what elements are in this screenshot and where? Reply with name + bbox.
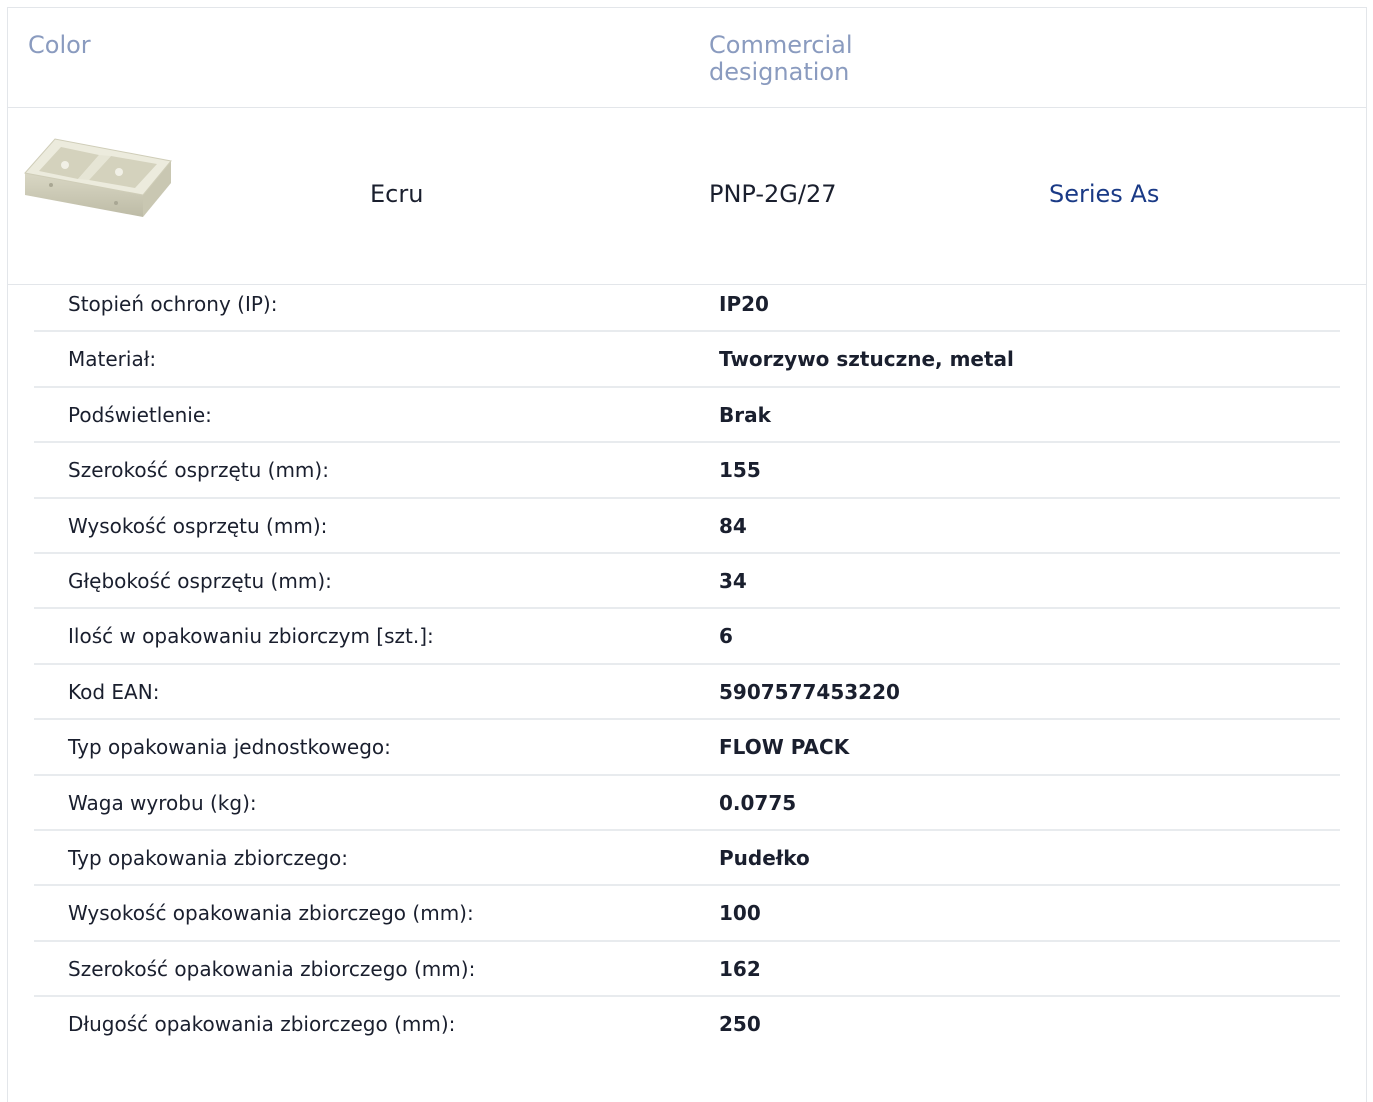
spec-value: Tworzywo sztuczne, metal — [719, 347, 1014, 372]
spec-row: Waga wyrobu (kg): 0.0775 — [34, 776, 1340, 831]
spec-row: Długość opakowania zbiorczego (mm): 250 — [34, 997, 1340, 1052]
spec-value: 6 — [719, 624, 733, 649]
spec-row: Szerokość osprzętu (mm): 155 — [34, 443, 1340, 499]
spec-value: IP20 — [719, 292, 769, 316]
spec-label: Materiał: — [68, 347, 157, 372]
spec-value: Brak — [719, 402, 771, 427]
spec-value: 84 — [719, 513, 747, 538]
spec-label: Typ opakowania jednostkowego: — [68, 735, 391, 760]
spec-row: Wysokość osprzętu (mm): 84 — [34, 499, 1340, 554]
spec-label: Szerokość osprzętu (mm): — [68, 458, 329, 483]
spec-label: Szerokość opakowania zbiorczego (mm): — [68, 956, 476, 981]
spec-label: Waga wyrobu (kg): — [68, 790, 257, 815]
series-link[interactable]: Series As — [1049, 180, 1159, 208]
product-color: Ecru — [370, 180, 424, 208]
spec-label: Typ opakowania zbiorczego: — [68, 845, 348, 870]
spec-row: Ilość w opakowaniu zbiorczym [szt.]: 6 — [34, 609, 1340, 665]
spec-label: Długość opakowania zbiorczego (mm): — [68, 1012, 456, 1037]
spec-label: Wysokość osprzętu (mm): — [68, 513, 328, 538]
spec-value: 0.0775 — [719, 790, 797, 815]
spec-label: Kod EAN: — [68, 679, 160, 704]
spec-value: 250 — [719, 1012, 761, 1037]
spec-table: Stopień ochrony (IP): IP20 Materiał: Tworzy… — [34, 277, 1340, 1052]
spec-value: Pudełko — [719, 845, 810, 870]
table-header: Color Commercial designation — [8, 8, 1366, 108]
spec-row: Typ opakowania zbiorczego: Pudełko — [34, 831, 1340, 887]
column-header-color: Color — [28, 31, 91, 59]
spec-value: 100 — [719, 901, 761, 926]
spec-value: 155 — [719, 458, 761, 483]
spec-value: FLOW PACK — [719, 735, 850, 760]
spec-row: Wysokość opakowania zbiorczego (mm): 100 — [34, 886, 1340, 942]
spec-row: Kod EAN: 5907577453220 — [34, 665, 1340, 721]
spec-label: Głębokość osprzętu (mm): — [68, 568, 332, 593]
spec-label: Podświetlenie: — [68, 402, 212, 427]
product-row: Ecru PNP-2G/27 Series As — [8, 107, 1366, 285]
spec-label: Ilość w opakowaniu zbiorczym [szt.]: — [68, 624, 434, 649]
spec-row: Podświetlenie: Brak — [34, 388, 1340, 444]
spec-row: Szerokość opakowania zbiorczego (mm): 162 — [34, 942, 1340, 998]
spec-label: Stopień ochrony (IP): — [68, 292, 278, 316]
spec-row: Głębokość osprzętu (mm): 34 — [34, 554, 1340, 610]
spec-row: Typ opakowania jednostkowego: FLOW PACK — [34, 720, 1340, 776]
spec-value: 162 — [719, 956, 761, 981]
spec-value: 34 — [719, 568, 747, 593]
column-header-commercial-designation: Commercial designation — [709, 31, 853, 86]
product-code: PNP-2G/27 — [709, 180, 837, 208]
spec-label: Wysokość opakowania zbiorczego (mm): — [68, 901, 474, 926]
spec-row: Stopień ochrony (IP): IP20 — [34, 277, 1340, 333]
spec-value: 5907577453220 — [719, 679, 900, 704]
spec-row: Materiał: Tworzywo sztuczne, metal — [34, 332, 1340, 388]
surface-box-double-icon — [24, 138, 172, 217]
